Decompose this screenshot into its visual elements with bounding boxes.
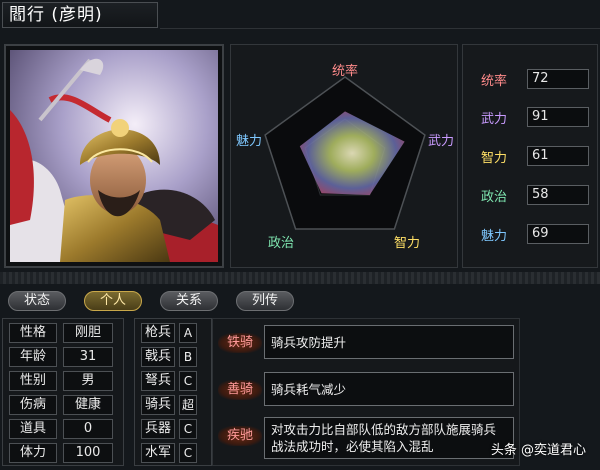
unit-grade-siege: C: [179, 419, 197, 439]
stat-label: 统率: [481, 74, 508, 89]
unit-label-crossbow: 弩兵: [141, 371, 175, 391]
attribute-panel: 统率 72 武力 91 智力 61 政治 58 魅力 69: [462, 44, 598, 268]
stat-value: 61: [527, 146, 589, 166]
unit-label-halberd: 戟兵: [141, 347, 175, 367]
section-divider: [0, 272, 600, 284]
skill-description: 对攻击力比自部队低的敌方部队施展骑兵战法成功时，必使其陷入混乱: [264, 417, 514, 459]
skill-name[interactable]: 疾驰: [218, 426, 262, 446]
stat-row-charm: 魅力 69: [477, 224, 589, 244]
info-value-stamina: 100: [63, 443, 113, 463]
watermark: 头条 @奕道君心: [490, 443, 586, 458]
stat-row-politics: 政治 58: [477, 185, 589, 205]
stat-value: 69: [527, 224, 589, 244]
info-label-age: 年龄: [9, 347, 57, 367]
unit-label-cavalry: 骑兵: [141, 395, 175, 415]
skill-name[interactable]: 铁骑: [218, 333, 262, 353]
info-label-stamina: 体力: [9, 443, 57, 463]
info-value-personality: 刚胆: [63, 323, 113, 343]
tab-status[interactable]: 状态: [8, 291, 66, 311]
unit-grade-navy: C: [179, 443, 197, 463]
unit-grade-cavalry: 超: [179, 395, 197, 415]
skill-description: 骑兵耗气减少: [264, 372, 514, 406]
radar-label-bottom-right: 智力: [394, 236, 420, 251]
info-value-health: 健康: [63, 395, 113, 415]
unit-grade-spear: A: [179, 323, 197, 343]
radar-label-top: 统率: [332, 63, 358, 79]
tab-biography[interactable]: 列传: [236, 291, 294, 311]
radar-label-bottom-left: 政治: [268, 236, 294, 251]
info-value-items: 0: [63, 419, 113, 439]
unit-grade-halberd: B: [179, 347, 197, 367]
unit-label-navy: 水军: [141, 443, 175, 463]
stat-row-intelligence: 智力 61: [477, 146, 589, 166]
portrait-frame: [4, 44, 224, 268]
stat-value: 58: [527, 185, 589, 205]
info-label-items: 道具: [9, 419, 57, 439]
stat-label: 武力: [481, 112, 508, 127]
info-label-gender: 性别: [9, 371, 57, 391]
skill-name[interactable]: 善骑: [218, 380, 262, 400]
stat-value: 91: [527, 107, 589, 127]
radar-panel: 统率 武力 智力 政治 魅力: [230, 44, 458, 268]
stat-label: 政治: [481, 190, 508, 205]
radar-label-right: 武力: [428, 134, 454, 149]
character-name: 閻行 (彦明): [2, 2, 158, 28]
unit-label-spear: 枪兵: [141, 323, 175, 343]
personal-info-panel: 性格 刚胆 年龄 31 性别 男 伤病 健康 道具 0 体力 100: [2, 318, 124, 466]
stat-label: 魅力: [481, 229, 508, 244]
tab-personal[interactable]: 个人: [84, 291, 142, 311]
info-value-age: 31: [63, 347, 113, 367]
header-divider: [160, 28, 600, 29]
info-value-gender: 男: [63, 371, 113, 391]
attribute-radar-chart: 统率 武力 智力 政治 魅力: [236, 63, 454, 251]
character-portrait: [10, 50, 218, 262]
stat-value: 72: [527, 69, 589, 89]
unit-aptitude-panel: 枪兵 A 戟兵 B 弩兵 C 骑兵 超 兵器 C 水军 C: [134, 318, 212, 466]
stat-row-leadership: 统率 72: [477, 69, 589, 89]
stat-row-war: 武力 91: [477, 107, 589, 127]
unit-label-siege: 兵器: [141, 419, 175, 439]
tab-relations[interactable]: 关系: [160, 291, 218, 311]
skill-description: 骑兵攻防提升: [264, 325, 514, 359]
info-label-personality: 性格: [9, 323, 57, 343]
info-label-health: 伤病: [9, 395, 57, 415]
radar-label-left: 魅力: [236, 134, 262, 149]
portrait-illustration: [10, 50, 218, 262]
stat-label: 智力: [481, 151, 508, 166]
unit-grade-crossbow: C: [179, 371, 197, 391]
